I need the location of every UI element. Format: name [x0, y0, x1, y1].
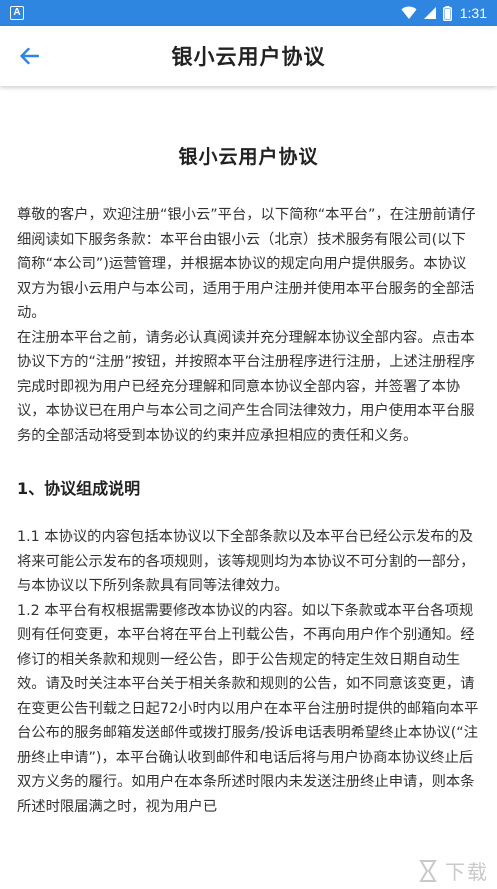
section-heading: 1、协议组成说明: [17, 479, 141, 498]
status-right: 1:31: [401, 5, 487, 21]
back-button[interactable]: [14, 41, 44, 71]
agreement-content[interactable]: 银小云用户协议 尊敬的客户，欢迎注册“银小云”平台，以下简称“本平台”，在注册前…: [0, 86, 497, 889]
app-bar: 银小云用户协议: [0, 26, 497, 86]
intro-paragraph: 在注册本平台之前，请务必认真阅读并充分理解本协议全部内容。点击本协议下方的“注册…: [17, 329, 476, 444]
battery-icon: [442, 5, 452, 21]
section-paragraph: 1.2 本平台有权根据需要修改本协议的内容。如以下条款或本平台各项规则有任何变更…: [17, 602, 479, 815]
signal-icon: [423, 7, 436, 19]
watermark: 下载: [415, 856, 489, 885]
document-title: 银小云用户协议: [178, 146, 319, 168]
page-title: 银小云用户协议: [171, 45, 326, 69]
watermark-logo-icon: [419, 859, 437, 882]
watermark-text: 下载: [445, 860, 489, 884]
arrow-left-icon: [20, 47, 39, 65]
app-notification-icon: A: [10, 6, 24, 20]
wifi-icon: [401, 6, 417, 19]
status-time: 1:31: [459, 5, 487, 21]
status-bar: A 1:31: [0, 0, 497, 26]
status-left: A: [10, 6, 24, 20]
intro-paragraph: 尊敬的客户，欢迎注册“银小云”平台，以下简称“本平台”，在注册前请仔细阅读如下服…: [17, 207, 476, 321]
section-paragraph: 1.1 本协议的内容包括本协议以下全部条款以及本平台已经公示发布的及将来可能公示…: [17, 529, 475, 594]
